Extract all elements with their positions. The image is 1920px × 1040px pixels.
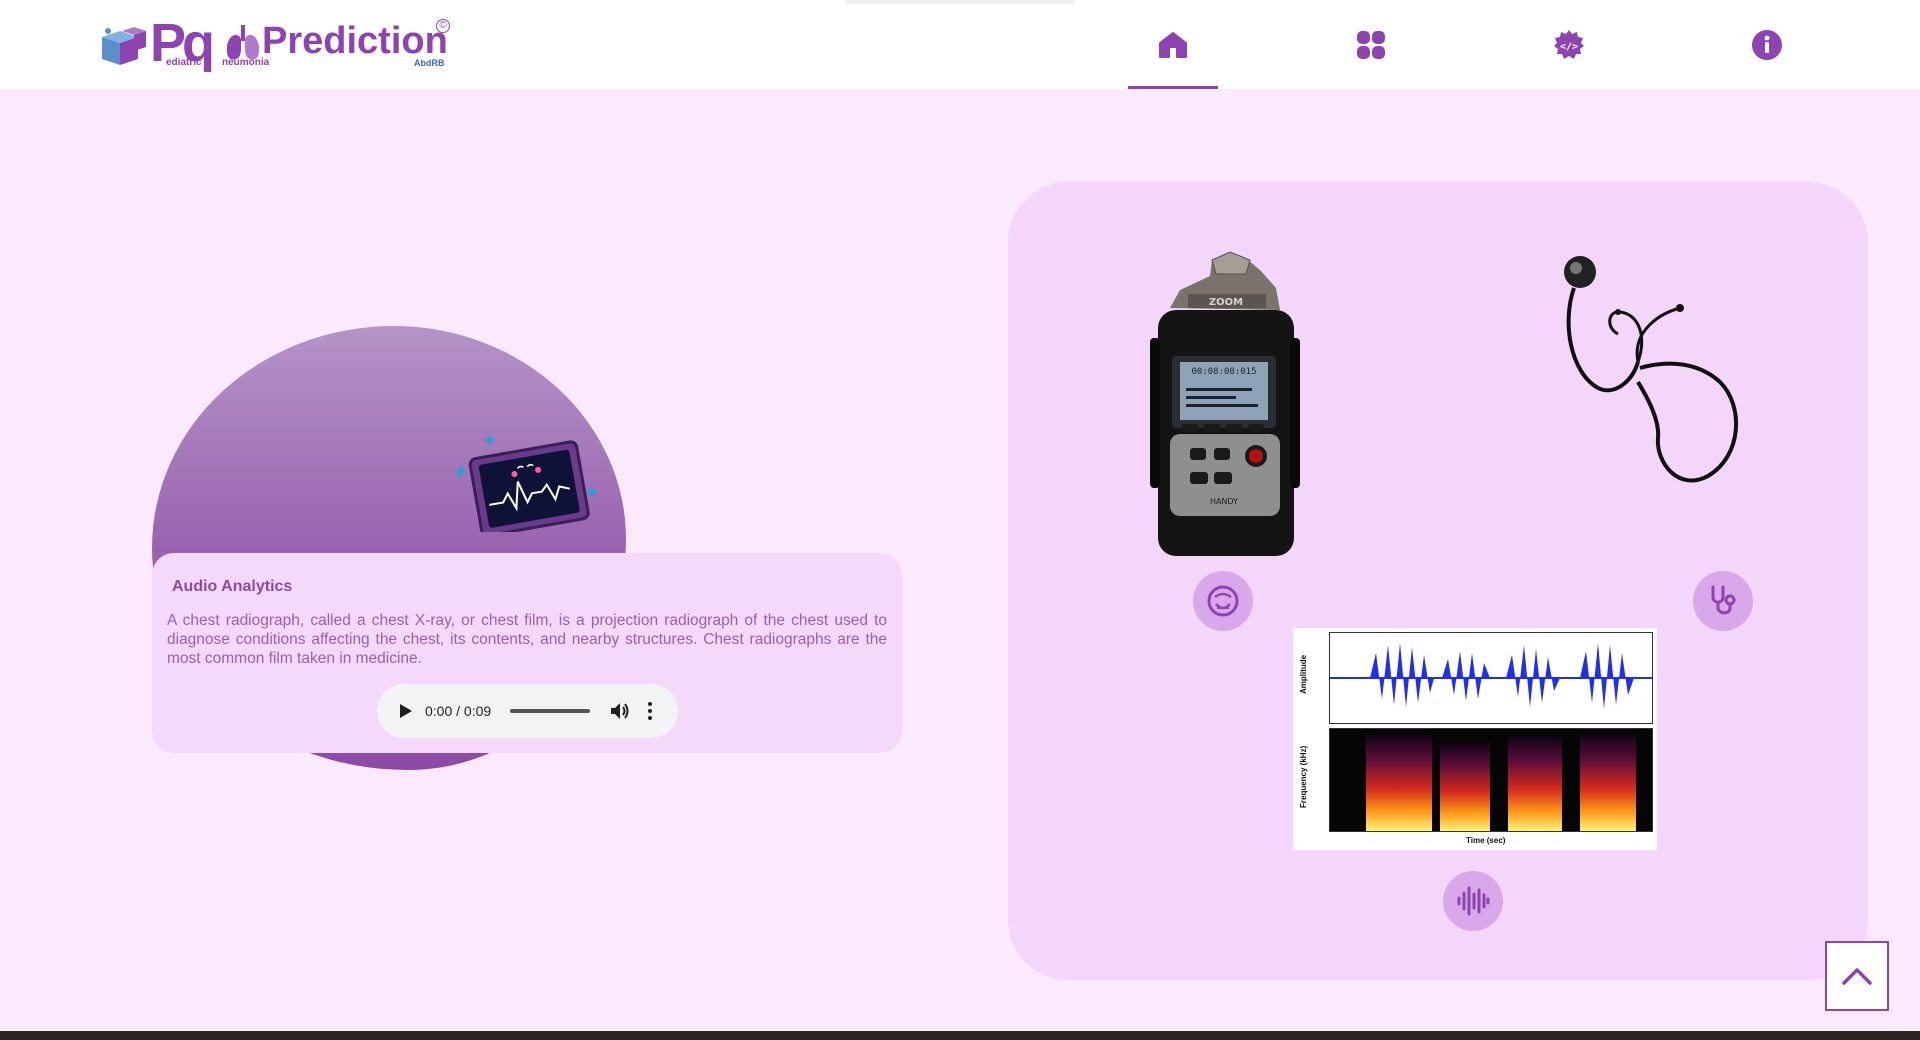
stethoscope-button[interactable]: [1693, 571, 1753, 631]
nav-developer[interactable]: </>: [1524, 0, 1614, 89]
waveform-graphic: [1330, 643, 1652, 709]
audio-time: 0:00 / 0:09: [425, 703, 492, 719]
top-navbar: Pq Prediction © ediatric neumonia AbdRB …: [0, 0, 1920, 89]
more-options-icon[interactable]: [645, 699, 655, 723]
copyright-mark: ©: [436, 19, 450, 33]
stethoscope-image: [1564, 256, 1739, 483]
home-icon: [1159, 31, 1187, 58]
chevron-up-icon: [1842, 968, 1872, 985]
brand-sub-pneumonia: neumonia: [222, 57, 270, 68]
time-axis-label: Time (sec): [1466, 836, 1506, 845]
blocks-logo-icon: [102, 27, 146, 65]
audio-recorder-image: ZOOM 00:08:08:015 HANDY: [1150, 251, 1300, 556]
top-notch: [845, 0, 1075, 4]
audio-player[interactable]: 0:00 / 0:09: [377, 684, 678, 738]
frequency-axis-label: Frequency (kHz): [1299, 745, 1308, 808]
amplitude-plot: [1329, 632, 1653, 724]
info-icon: [1752, 29, 1782, 60]
face-voice-icon: [1207, 585, 1239, 617]
volume-icon[interactable]: [609, 700, 631, 722]
nav-dashboard[interactable]: [1326, 0, 1416, 89]
brand-sub-pediatric: ediatric: [166, 57, 202, 68]
brand-author: AbdRB: [414, 58, 445, 68]
voice-face-button[interactable]: [1193, 571, 1253, 631]
nav-home[interactable]: [1128, 0, 1218, 89]
sound-wave-icon: [1457, 886, 1490, 916]
svg-text:00:08:08:015: 00:08:08:015: [1191, 367, 1256, 377]
stethoscope-icon: [1711, 585, 1736, 615]
brand-logo[interactable]: Pq Prediction © ediatric neumonia AbdRB: [98, 15, 453, 73]
spectrogram-graphic: [1366, 735, 1636, 831]
code-gear-icon: </>: [1554, 29, 1584, 59]
nav-about[interactable]: [1722, 0, 1812, 89]
audio-wave-button[interactable]: [1443, 871, 1503, 931]
svg-text:HANDY: HANDY: [1210, 497, 1238, 506]
scroll-to-top-button[interactable]: [1825, 941, 1889, 1011]
amplitude-axis-label: Amplitude: [1299, 654, 1308, 694]
spectrogram-plot: [1329, 728, 1653, 832]
play-icon[interactable]: [395, 701, 415, 721]
waveform-spectrogram-image: Amplitude Frequency (kHz) Time (sec): [1293, 628, 1657, 850]
footer-edge: [0, 1031, 1920, 1040]
svg-text:ZOOM: ZOOM: [1209, 297, 1243, 308]
card-description: A chest radiograph, called a chest X-ray…: [167, 612, 887, 667]
audio-progress-bar[interactable]: [510, 709, 590, 713]
card-title: Audio Analytics: [172, 578, 293, 595]
devices-panel: ZOOM 00:08:08:015 HANDY Amplitude Freque…: [1008, 182, 1868, 980]
grid-icon: [1357, 30, 1385, 59]
audio-analytics-card: Audio Analytics A chest radiograph, call…: [152, 553, 902, 753]
heart-monitor-illustration: [456, 434, 598, 532]
svg-text:</>: </>: [1560, 41, 1578, 52]
